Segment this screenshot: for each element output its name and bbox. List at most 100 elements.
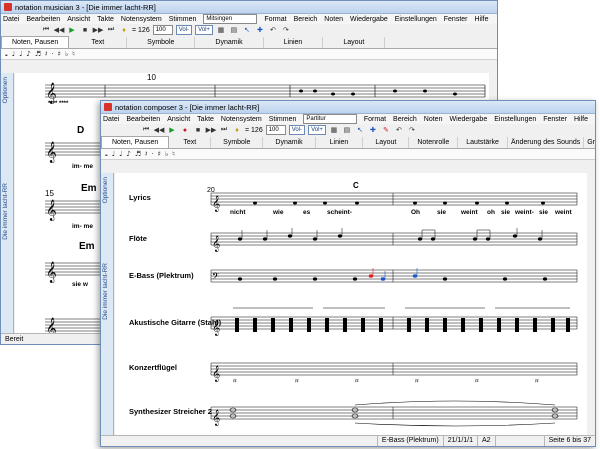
undo-icon[interactable]: ↶ [394,125,404,135]
record-icon[interactable]: ● [180,125,190,135]
tab-aenderung-des-sounds[interactable]: Änderung des Sounds [508,137,585,148]
tab-layout[interactable]: Layout [323,37,386,48]
redo-icon[interactable]: ↷ [281,25,291,35]
menu-ansicht[interactable]: Ansicht [167,116,190,123]
menu-hilfe[interactable]: Hilfe [574,116,588,123]
note-quarter-icon[interactable]: ♩ [119,150,122,158]
back-icon[interactable]: ◀◀ [154,125,165,135]
stop-icon[interactable]: ■ [80,25,90,35]
note-whole-icon[interactable]: 𝅝 [5,50,8,59]
menu-wiedergabe[interactable]: Wiedergabe [449,116,487,123]
note-sixteenth-icon[interactable]: ♬ [35,50,41,58]
rewind-icon[interactable]: ⏮ [141,125,151,135]
tab-lautstaerke[interactable]: Lautstärke [458,137,508,148]
vol-minus-button[interactable]: Vol- [288,125,306,135]
back-icon[interactable]: ◀◀ [54,25,65,35]
back-side-options[interactable]: Optionen [2,77,9,103]
forward-icon[interactable]: ▶▶ [206,125,217,135]
tab-symbole[interactable]: Symbole [211,137,264,148]
note-eighth-icon[interactable]: ♪ [126,150,130,158]
dot-icon[interactable]: · [151,150,153,158]
menu-datei[interactable]: Datei [3,16,19,23]
menu-wiedergabe[interactable]: Wiedergabe [350,16,388,23]
metronome-icon[interactable]: ♦ [119,25,129,35]
menu-stimmen[interactable]: Stimmen [269,116,297,123]
undo-icon[interactable]: ↶ [268,25,278,35]
cross-icon[interactable]: ✚ [368,125,378,135]
natural-icon[interactable]: ♮ [72,50,75,58]
tab-noten-pausen[interactable]: Noten, Pausen [101,136,170,148]
tab-notenrolle[interactable]: Notenrolle [409,137,459,148]
natural-icon[interactable]: ♮ [172,150,175,158]
rest-icon[interactable]: 𝄽 [145,150,147,159]
menu-stimmen[interactable]: Stimmen [169,16,197,23]
menu-einstellungen[interactable]: Einstellungen [395,16,437,23]
insert-icon[interactable]: ✎ [381,125,391,135]
zoom-slider[interactable] [494,436,544,446]
note-half-icon[interactable]: ♩ [12,50,15,58]
layout-icon[interactable]: ▤ [342,125,352,135]
menu-notensystem[interactable]: Notensystem [221,116,262,123]
note-quarter-icon[interactable]: ♩ [19,50,22,58]
menu-format[interactable]: Format [264,16,286,23]
tab-text[interactable]: Text [69,37,128,48]
dot-icon[interactable]: · [51,50,53,58]
note-whole-icon[interactable]: 𝅝 [105,150,108,159]
menu-hilfe[interactable]: Hilfe [475,16,489,23]
flat-icon[interactable]: ♭ [65,50,68,58]
menu-fenster[interactable]: Fenster [543,116,567,123]
vol-minus-button[interactable]: Vol- [175,25,193,35]
menu-bereich[interactable]: Bereich [294,16,318,23]
tab-text[interactable]: Text [169,137,212,148]
play-icon[interactable]: ▶ [67,25,77,35]
layout-icon[interactable]: ▤ [229,25,239,35]
sharp-icon[interactable]: ♯ [58,50,61,58]
tab-symbole[interactable]: Symbole [127,37,196,48]
menu-bearbeiten[interactable]: Bearbeiten [26,16,60,23]
menu-bereich[interactable]: Bereich [393,116,417,123]
vol-plus-button[interactable]: Vol+ [308,125,326,135]
pointer-icon[interactable]: ↖ [242,25,252,35]
tab-linien[interactable]: Linien [316,137,364,148]
rest-icon[interactable]: 𝄽 [45,50,47,59]
flat-icon[interactable]: ♭ [165,150,168,158]
note-half-icon[interactable]: ♩ [112,150,115,158]
menu-noten[interactable]: Noten [424,116,443,123]
sharp-icon[interactable]: ♯ [158,150,161,158]
play-icon[interactable]: ▶ [167,125,177,135]
redo-icon[interactable]: ↷ [407,125,417,135]
menu-datei[interactable]: Datei [103,116,119,123]
tab-dynamik[interactable]: Dynamik [195,37,264,48]
tab-linien[interactable]: Linien [264,37,324,48]
menu-fenster[interactable]: Fenster [444,16,468,23]
end-icon[interactable]: ⏭ [106,25,116,35]
tab-graphovernotes[interactable]: GraphOverNotes™ [584,137,595,148]
cross-icon[interactable]: ✚ [255,25,265,35]
back-sidebar[interactable]: Die immer lacht-RR Optionen [1,73,14,334]
note-eighth-icon[interactable]: ♪ [26,50,30,58]
tab-layout[interactable]: Layout [363,137,410,148]
tab-noten-pausen[interactable]: Noten, Pausen [1,36,70,48]
note-sixteenth-icon[interactable]: ♬ [135,150,141,158]
rewind-icon[interactable]: ⏮ [41,25,51,35]
stop-icon[interactable]: ■ [193,125,203,135]
metronome-icon[interactable]: ♦ [232,125,242,135]
menu-format[interactable]: Format [364,116,386,123]
menu-takte[interactable]: Takte [197,116,214,123]
menu-bearbeiten[interactable]: Bearbeiten [126,116,160,123]
voice-combo[interactable]: Partitur [303,114,357,124]
front-side-options[interactable]: Optionen [102,177,109,203]
menu-einstellungen[interactable]: Einstellungen [494,116,536,123]
grid-icon[interactable]: ▦ [329,125,339,135]
forward-icon[interactable]: ▶▶ [93,25,104,35]
menu-takte[interactable]: Takte [97,16,114,23]
tempo-value[interactable]: 100 [152,25,173,35]
tab-dynamik[interactable]: Dynamik [263,137,316,148]
vol-plus-button[interactable]: Vol+ [195,25,213,35]
tempo-value[interactable]: 100 [265,125,286,135]
end-icon[interactable]: ⏭ [219,125,229,135]
menu-ansicht[interactable]: Ansicht [67,16,90,23]
menu-notensystem[interactable]: Notensystem [121,16,162,23]
grid-icon[interactable]: ▦ [216,25,226,35]
menu-noten[interactable]: Noten [324,16,343,23]
